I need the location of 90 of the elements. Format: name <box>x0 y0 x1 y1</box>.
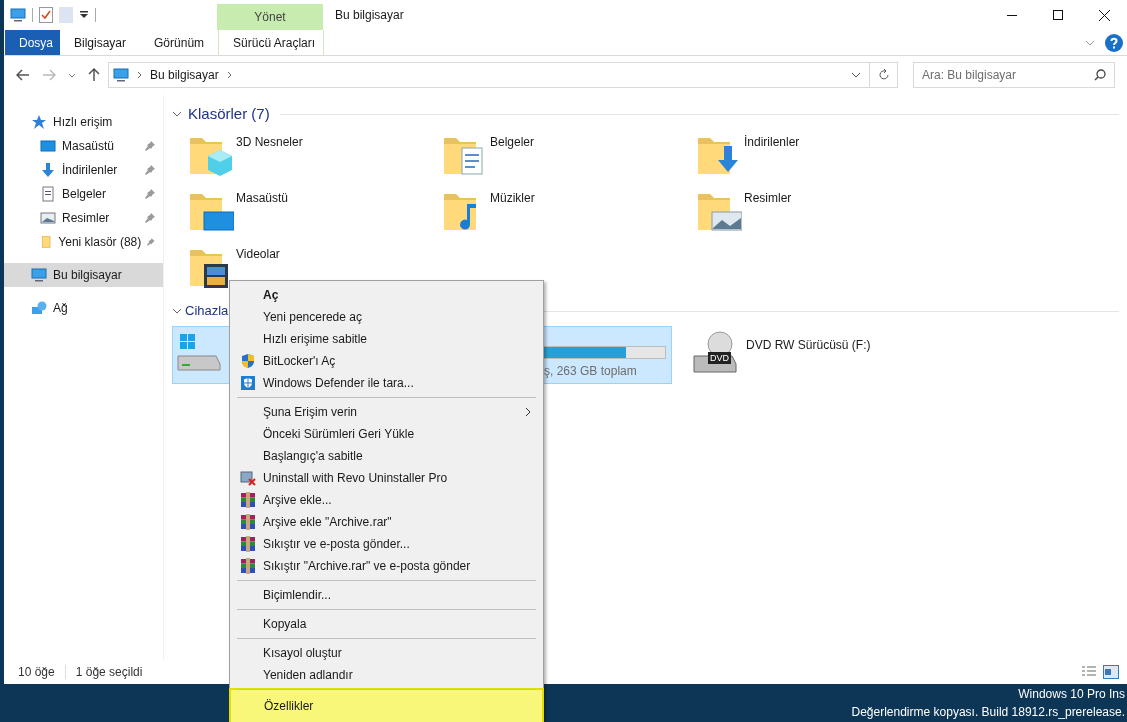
window-title: Bu bilgisayar <box>335 7 404 24</box>
sidebar-item[interactable]: Masaüstü <box>4 134 163 158</box>
sidebar-item[interactable]: Belgeler <box>4 182 163 206</box>
shield-icon <box>239 353 256 369</box>
menu-item[interactable]: Sıkıştır ve e-posta gönder... <box>230 533 543 555</box>
help-icon[interactable] <box>1105 33 1123 52</box>
pin-icon[interactable] <box>145 141 155 151</box>
sidebar-item[interactable]: Hızlı erişim <box>4 110 163 134</box>
drive-item[interactable]: DVD DVD RW Sürücüsü (F:) <box>688 326 875 384</box>
minimize-icon <box>1007 14 1017 16</box>
sidebar-item[interactable]: Yeni klasör (88) <box>4 230 163 254</box>
breadcrumb[interactable]: Bu bilgisayar <box>150 66 219 84</box>
pc-icon <box>10 7 26 23</box>
sidebar-item[interactable]: Ağ <box>4 296 163 320</box>
tiles-view-icon[interactable] <box>1103 665 1119 679</box>
context-tab-header: Yönet <box>217 4 323 30</box>
uninstall-icon <box>239 470 256 486</box>
back-arrow-icon[interactable] <box>16 69 30 81</box>
chevron-down-icon[interactable] <box>851 72 861 78</box>
folder-item[interactable]: 3D Nesneler <box>186 130 440 186</box>
chevron-down-icon[interactable] <box>68 72 76 78</box>
up-arrow-icon[interactable] <box>88 68 100 82</box>
sidebar-item[interactable]: Resimler <box>4 206 163 230</box>
folder-item[interactable]: Masaüstü <box>186 186 440 242</box>
menu-item[interactable]: BitLocker'ı Aç <box>230 350 543 372</box>
menu-item[interactable]: Windows Defender ile tara... <box>230 372 543 394</box>
desktop-text: Değerlendirme kopyası. Build 18912.rs_prerelease. <box>851 704 1125 721</box>
file-tab[interactable]: Dosya <box>5 30 60 55</box>
refresh-button[interactable] <box>870 62 898 88</box>
menu-item[interactable]: Başlangıç'a sabitle <box>230 445 543 467</box>
ribbon-tab[interactable]: Görünüm <box>140 30 219 55</box>
menu-item[interactable]: Yeni pencerede aç <box>230 306 543 328</box>
document-icon <box>40 186 56 202</box>
forward-arrow-icon[interactable] <box>42 69 56 81</box>
menu-item[interactable]: Kısayol oluştur <box>230 642 543 664</box>
menu-item[interactable]: Sıkıştır "Archive.rar" ve e-posta gönder <box>230 555 543 577</box>
folder-item[interactable]: Resimler <box>694 186 948 242</box>
desktop-icon <box>40 138 56 154</box>
archive-icon <box>239 536 256 552</box>
chevron-down-icon[interactable] <box>172 308 182 314</box>
folder-item[interactable]: İndirilenler <box>694 130 948 186</box>
section-heading[interactable]: Klasörler (7) <box>188 102 270 126</box>
menu-item[interactable]: Arşive ekle... <box>230 489 543 511</box>
archive-icon <box>239 558 256 574</box>
search-icon <box>1094 69 1106 81</box>
properties-icon[interactable] <box>39 7 53 23</box>
menu-item[interactable]: Arşive ekle "Archive.rar" <box>230 511 543 533</box>
selection-count: 1 öğe seçildi <box>75 664 143 681</box>
pc-icon <box>31 267 47 283</box>
menu-item[interactable]: Kopyala <box>230 613 543 635</box>
refresh-icon <box>877 69 890 81</box>
menu-item[interactable]: Hızlı erişime sabitle <box>230 328 543 350</box>
pin-icon[interactable] <box>145 189 155 199</box>
desktop-text: Windows 10 Pro Ins <box>1018 686 1125 703</box>
sidebar-item[interactable]: Bu bilgisayar <box>4 263 163 287</box>
folder-icon <box>40 234 53 250</box>
menu-item[interactable]: Aç <box>230 284 543 306</box>
pin-icon[interactable] <box>145 213 155 223</box>
network-icon <box>31 300 47 316</box>
folder-item[interactable]: Müzikler <box>440 186 694 242</box>
item-count: 10 öğe <box>18 664 55 681</box>
shield-icon <box>239 375 256 391</box>
archive-icon <box>239 492 256 508</box>
star-icon <box>31 114 47 130</box>
archive-icon <box>239 514 256 530</box>
menu-item[interactable]: Şuna Erişim verin <box>230 401 543 423</box>
dropdown-icon[interactable] <box>79 10 89 20</box>
close-icon <box>1098 9 1110 21</box>
menu-item[interactable]: Biçimlendir... <box>230 584 543 606</box>
folder-item[interactable]: Belgeler <box>440 130 694 186</box>
search-field[interactable]: Ara: Bu bilgisayar <box>913 62 1115 88</box>
pictures-icon <box>40 210 56 226</box>
drive-badge: DVD <box>708 352 731 364</box>
chevron-down-icon[interactable] <box>172 111 182 117</box>
details-view-icon[interactable] <box>1081 665 1097 679</box>
download-icon <box>40 162 56 178</box>
menu-item[interactable]: Önceki Sürümleri Geri Yükle <box>230 423 543 445</box>
menu-item[interactable]: Yeniden adlandır <box>230 664 543 686</box>
ribbon-tab[interactable]: Bilgisayar <box>60 30 141 55</box>
address-field[interactable]: Bu bilgisayar <box>108 62 870 88</box>
chevron-right-icon <box>137 71 142 79</box>
maximize-icon <box>1053 10 1063 20</box>
menu-item[interactable]: Özellikler <box>231 695 542 717</box>
pin-icon[interactable] <box>145 165 155 175</box>
menu-item[interactable]: Uninstall with Revo Uninstaller Pro <box>230 467 543 489</box>
chevron-right-icon <box>226 71 232 79</box>
section-heading[interactable]: Cihazla <box>185 301 229 321</box>
sidebar-item[interactable]: İndirilenler <box>4 158 163 182</box>
pc-icon <box>113 67 129 83</box>
pin-icon[interactable] <box>147 237 155 247</box>
